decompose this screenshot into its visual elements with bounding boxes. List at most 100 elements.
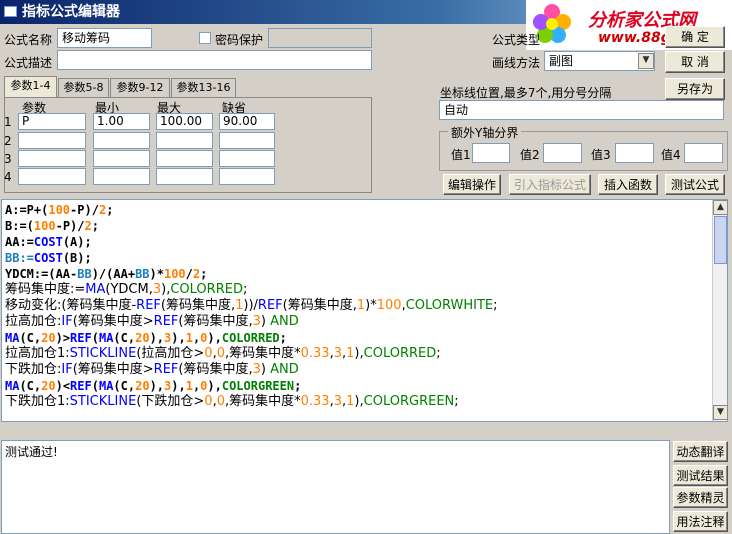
- extra-y-axis-title: 额外Y轴分界: [448, 124, 522, 141]
- code-token: COLORRED: [170, 282, 243, 297]
- param-default-input[interactable]: 90.00: [219, 113, 275, 130]
- code-token: B:=(: [5, 219, 34, 233]
- code-token: 100: [33, 219, 56, 233]
- code-token: ),: [171, 331, 186, 345]
- code-token: AND: [270, 314, 299, 329]
- code-token: REF: [153, 314, 179, 329]
- code-token: ),: [207, 331, 222, 345]
- import-formula-button[interactable]: 引入指标公式: [509, 174, 591, 195]
- chevron-down-icon[interactable]: ▼: [638, 53, 654, 69]
- code-token: BB: [77, 267, 92, 281]
- code-token: YDCM:=(AA-: [5, 267, 78, 281]
- param-default-input[interactable]: [219, 132, 275, 149]
- code-token: (C,: [19, 331, 42, 345]
- code-token: 0: [216, 346, 225, 361]
- code-token: (筹码集中度,: [160, 298, 236, 313]
- code-token: 1: [185, 331, 193, 345]
- code-token: 拉高加仓1:: [5, 346, 70, 361]
- edit-operation-button[interactable]: 编辑操作: [443, 174, 501, 195]
- y-value-1-input[interactable]: [472, 143, 510, 163]
- save-as-button[interactable]: 另存为: [665, 78, 725, 100]
- code-token: (下跌加仓>: [136, 394, 205, 409]
- code-token: (: [91, 331, 99, 345]
- formula-name-input[interactable]: 移动筹码: [57, 28, 152, 48]
- description-input[interactable]: [57, 50, 372, 70]
- test-result-button[interactable]: 测试结果: [673, 465, 728, 486]
- code-token: AND: [270, 362, 299, 377]
- param-name-input[interactable]: [18, 168, 86, 185]
- param-max-input[interactable]: [156, 168, 213, 185]
- param-min-input[interactable]: 1.00: [93, 113, 150, 130]
- password-checkbox[interactable]: [199, 32, 211, 44]
- code-token: (YDCM,: [105, 282, 153, 297]
- param-max-input[interactable]: [156, 132, 213, 149]
- code-token: ;: [436, 346, 441, 361]
- code-token: /: [185, 267, 193, 281]
- password-input[interactable]: [268, 28, 372, 48]
- tab-params-5-8[interactable]: 参数5-8: [58, 78, 109, 98]
- code-token: ): [260, 314, 271, 329]
- code-token: )*: [365, 298, 377, 313]
- window-icon: [4, 6, 17, 17]
- cancel-button[interactable]: 取 消: [665, 51, 725, 73]
- code-token: ;: [279, 331, 287, 345]
- code-token: IF: [61, 314, 73, 329]
- code-token: 0: [216, 394, 225, 409]
- code-line: A:=P+(100-P)/2;: [2, 202, 727, 218]
- param-name-input[interactable]: [18, 132, 86, 149]
- code-editor[interactable]: A:=P+(100-P)/2; B:=(100-P)/2; AA:=COST(A);…: [1, 199, 728, 422]
- param-min-input[interactable]: [93, 150, 150, 167]
- param-max-input[interactable]: 100.00: [156, 113, 213, 130]
- editor-scrollbar[interactable]: ▲ ▼: [712, 200, 728, 421]
- tab-params-1-4[interactable]: 参数1-4: [4, 76, 57, 98]
- code-token: )/(AA+: [91, 267, 136, 281]
- insert-function-button[interactable]: 插入函数: [598, 174, 658, 195]
- y-value-4-input[interactable]: [684, 143, 723, 163]
- code-token: 3: [333, 346, 342, 361]
- code-token: 20: [41, 331, 56, 345]
- scroll-down-icon[interactable]: ▼: [713, 405, 728, 420]
- code-token: ),: [161, 282, 171, 297]
- code-token: 0: [204, 346, 213, 361]
- dynamic-translate-button[interactable]: 动态翻译: [673, 441, 728, 462]
- tab-params-13-16[interactable]: 参数13-16: [171, 78, 236, 98]
- usage-notes-button[interactable]: 用法注释: [673, 511, 728, 532]
- code-token: BB:=: [5, 251, 34, 265]
- code-line: 下跌加仓:IF(筹码集中度>REF(筹码集中度,3) AND: [2, 362, 727, 378]
- tab-params-9-12[interactable]: 参数9-12: [110, 78, 170, 98]
- code-token: 筹码集中度:=: [5, 282, 86, 297]
- code-token: REF: [70, 379, 92, 393]
- param-name-input[interactable]: [18, 150, 86, 167]
- param-default-input[interactable]: [219, 150, 275, 167]
- code-token: MA: [98, 331, 114, 345]
- code-token: (拉高加仓>: [136, 346, 205, 361]
- code-token: 下跌加仓:: [5, 362, 62, 377]
- param-row-index: 2: [4, 134, 12, 148]
- code-token: ,筹码集中度*: [224, 394, 301, 409]
- test-output-area[interactable]: 测试通过!: [1, 440, 670, 534]
- y-value-2-input[interactable]: [543, 143, 582, 163]
- param-wizard-button[interactable]: 参数精灵: [673, 487, 728, 508]
- formula-type-label: 公式类型: [492, 33, 541, 47]
- scroll-thumb[interactable]: [714, 216, 727, 264]
- scroll-up-icon[interactable]: ▲: [713, 200, 728, 215]
- code-token: MA: [5, 379, 20, 393]
- param-name-input[interactable]: P: [18, 113, 86, 130]
- code-token: REF: [257, 298, 283, 313]
- axis-position-input[interactable]: 自动: [439, 100, 724, 120]
- code-token: 1: [185, 379, 193, 393]
- code-token: 3: [333, 394, 342, 409]
- y-value-3-input[interactable]: [615, 143, 654, 163]
- code-token: COST: [33, 235, 63, 249]
- param-max-input[interactable]: [156, 150, 213, 167]
- ok-button[interactable]: 确 定: [665, 26, 725, 48]
- y-value-4-label: 值4: [661, 148, 681, 162]
- code-line: BB:=COST(B);: [2, 250, 727, 266]
- test-formula-button[interactable]: 测试公式: [665, 174, 725, 195]
- param-default-input[interactable]: [219, 168, 275, 185]
- axis-position-label: 坐标线位置,最多7个,用分号分隔: [440, 86, 612, 100]
- param-min-input[interactable]: [93, 132, 150, 149]
- code-token: STICKLINE: [69, 394, 137, 409]
- code-token: ,筹码集中度*: [224, 346, 301, 361]
- param-min-input[interactable]: [93, 168, 150, 185]
